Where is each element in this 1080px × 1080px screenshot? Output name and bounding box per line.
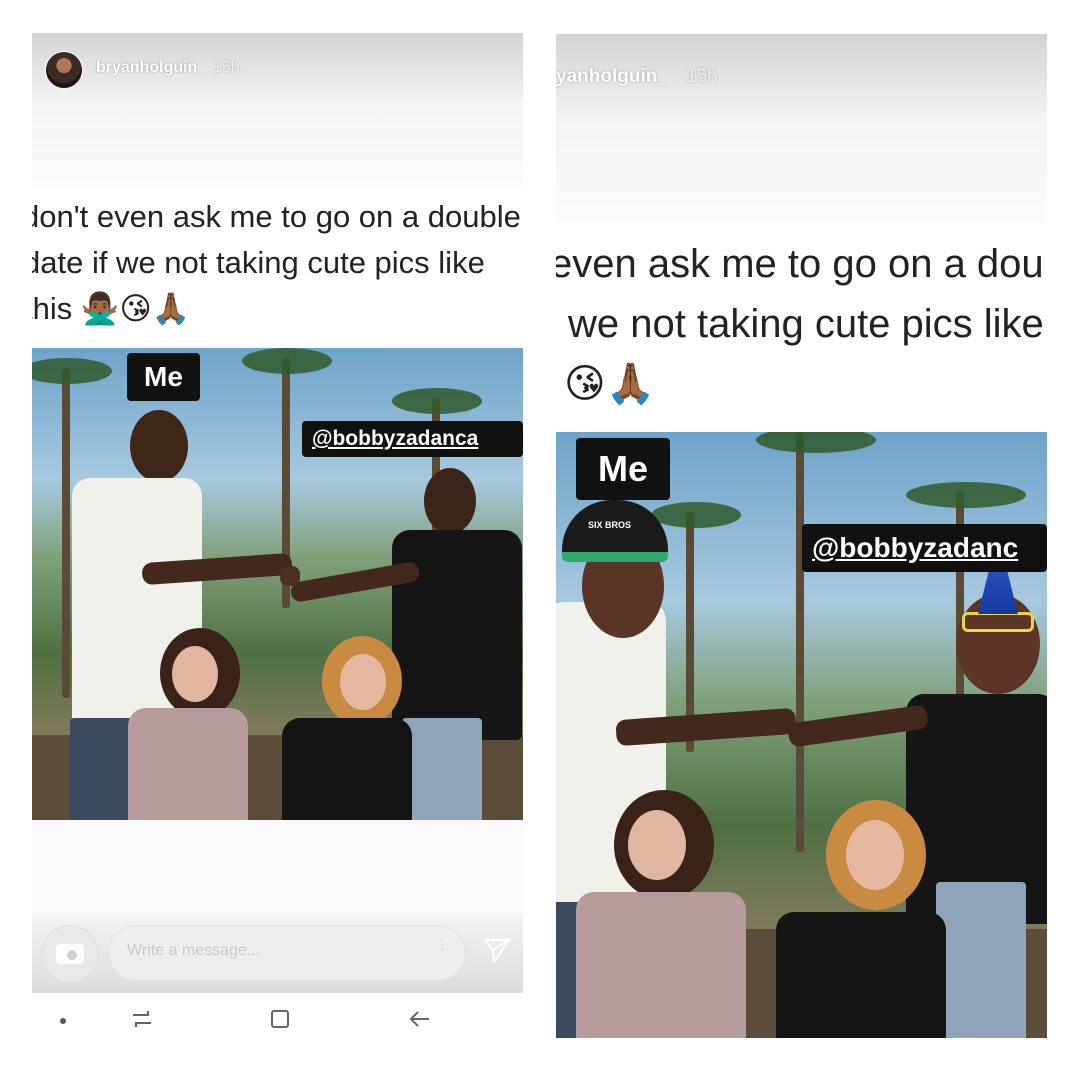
story-timestamp: 15h <box>686 66 718 87</box>
android-nav-bar <box>32 993 523 1047</box>
send-icon[interactable] <box>482 936 512 966</box>
label-me: Me <box>576 438 670 500</box>
home-icon[interactable] <box>268 1007 292 1031</box>
tweet-emojis: 😘🙏🏾 <box>564 361 656 407</box>
mention-sticker[interactable]: @bobbyzadanca <box>302 421 523 457</box>
glasses-sticker <box>962 612 1034 632</box>
message-input[interactable]: Write a message... ⋮ <box>108 925 466 981</box>
tweet-emojis: 🙅🏾‍♂️😘🙏🏾 <box>80 291 191 327</box>
camera-button[interactable] <box>41 925 99 983</box>
story-header <box>32 33 523 185</box>
story-username[interactable]: bryanholguin_ <box>96 59 206 77</box>
tweet-text: don't even ask me to go on a double date… <box>32 186 523 346</box>
story-username[interactable]: yanholguin_ <box>556 66 668 88</box>
tweet-line-1: don't even ask me to go on a double <box>32 199 521 234</box>
tweet-line-2: we not taking cute pics like <box>568 302 1044 346</box>
right-story-screenshot: yanholguin_ 15h even ask me to go on a d… <box>556 34 1047 1038</box>
tweet-line-2: date if we not taking cute pics like <box>32 245 485 280</box>
mention-sticker[interactable]: @bobbyzadanc <box>802 524 1047 572</box>
hat-text: SIX BROS <box>588 520 632 530</box>
message-placeholder: Write a message... <box>127 942 261 959</box>
tweet-text: even ask me to go on a dou we not taking… <box>556 224 1047 432</box>
mention-text: @bobbyzadanc <box>812 532 1019 563</box>
story-timestamp: 15h <box>213 59 240 76</box>
story-header <box>556 34 1047 224</box>
avatar[interactable] <box>45 51 83 89</box>
left-story-screenshot: bryanholguin_ 15h don't even ask me to g… <box>32 33 523 1047</box>
label-me: Me <box>127 353 200 401</box>
back-icon[interactable] <box>408 1007 432 1031</box>
meme-photo <box>32 348 523 820</box>
nav-dot-icon[interactable] <box>60 1018 66 1024</box>
mention-text: @bobbyzadanca <box>312 427 479 450</box>
tweet-line-3: this <box>32 291 73 326</box>
recent-apps-icon[interactable] <box>130 1007 154 1031</box>
tweet-line-1: even ask me to go on a dou <box>556 242 1044 286</box>
more-options-icon[interactable]: ⋮ <box>435 937 449 951</box>
